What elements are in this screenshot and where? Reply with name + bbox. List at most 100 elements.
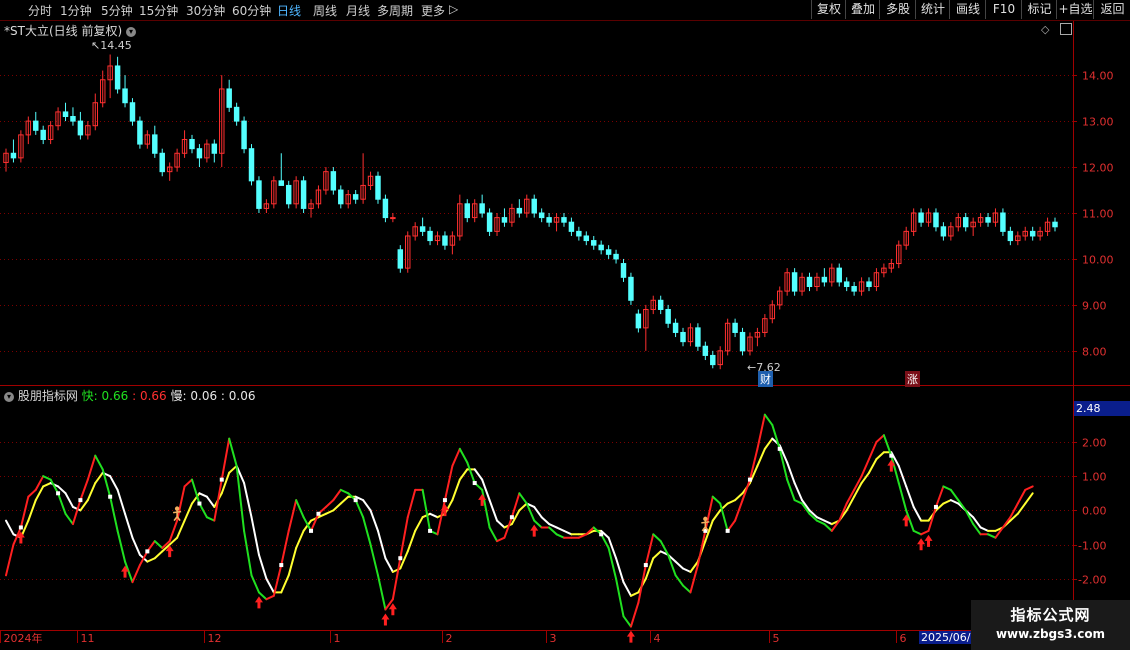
- fast-line-segment: [243, 529, 253, 577]
- timeframe-tab-8[interactable]: 月线: [346, 2, 370, 19]
- candle-down: [77, 120, 84, 136]
- candle-down: [851, 286, 857, 292]
- indicator-collapse-icon[interactable]: ▾: [4, 391, 14, 402]
- candle-down: [352, 194, 359, 200]
- candle-down: [419, 226, 426, 232]
- slow-line-segment: [198, 492, 208, 498]
- candle-down: [710, 354, 716, 366]
- candle-down: [538, 212, 545, 219]
- collapse-icon[interactable]: ▾: [125, 26, 136, 37]
- fast-line-segment: [369, 543, 379, 577]
- slow-line-segment: [131, 536, 141, 556]
- timeframe-tab-5[interactable]: 60分钟: [232, 2, 271, 19]
- timeframe-tab-10[interactable]: 更多: [421, 2, 445, 19]
- timeframe-tab-4[interactable]: 30分钟: [186, 2, 225, 19]
- cross-dot: [643, 563, 648, 568]
- fast-line-segment: [763, 413, 774, 426]
- fast-line-segment: [466, 461, 476, 485]
- fast-label: 快:: [81, 389, 98, 403]
- toolbar-button-8[interactable]: 返回: [1093, 0, 1130, 19]
- candle-down: [739, 331, 746, 352]
- limit-up-marker[interactable]: 涨: [905, 371, 920, 387]
- toolbar-button-2[interactable]: 多股: [879, 0, 916, 19]
- fast-line-segment: [674, 574, 685, 587]
- slow-line-segment: [153, 550, 164, 560]
- toolbar-button-4[interactable]: 画线: [949, 0, 986, 19]
- window-toggle-icon[interactable]: [1060, 23, 1072, 35]
- slow-line-segment: [533, 505, 543, 519]
- chart-area[interactable]: 14.0013.0012.0011.0010.009.008.002.001.0…: [0, 21, 1130, 650]
- cross-dot: [777, 446, 782, 451]
- fast-line-segment: [5, 543, 15, 577]
- candle-down: [241, 120, 247, 150]
- timeframe-tab-6[interactable]: 日线: [277, 2, 301, 19]
- slow-line-segment: [674, 560, 685, 570]
- toolbar-button-5[interactable]: F10: [985, 0, 1022, 19]
- slow-line-segment: [265, 577, 275, 594]
- more-arrow-icon[interactable]: ▷: [449, 2, 458, 16]
- toolbar-button-6[interactable]: 标记: [1021, 0, 1057, 19]
- timeframe-tab-0[interactable]: 分时: [28, 2, 52, 19]
- candle-down: [806, 276, 813, 288]
- fast-line-segment: [868, 441, 878, 461]
- cross-dot: [18, 525, 23, 530]
- fast-line-segment: [79, 478, 89, 502]
- candle-down: [583, 235, 590, 242]
- candle-down: [598, 244, 604, 251]
- candle-down: [791, 272, 798, 292]
- slow-label: 慢:: [170, 389, 187, 403]
- candle-down: [62, 111, 69, 118]
- finance-event-marker[interactable]: 财: [758, 371, 773, 387]
- price-tick-label: 13.00: [1082, 116, 1114, 129]
- slow-line-segment: [711, 509, 722, 522]
- candle-down: [702, 345, 709, 356]
- candle-down: [397, 249, 404, 269]
- price-tick-label: 9.00: [1082, 300, 1107, 313]
- cross-dot: [108, 494, 113, 499]
- candlestick-series: [3, 54, 1058, 370]
- indicator-legend: ▾ 股朋指标网 快: 0.66 : 0.66 慢: 0.06 : 0.06: [4, 387, 256, 404]
- cross-dot: [197, 501, 202, 506]
- slow-line-segment: [451, 478, 461, 502]
- toolbar-button-7[interactable]: +自选: [1056, 0, 1094, 19]
- slow-line-segment: [287, 546, 298, 577]
- candle-down: [962, 217, 969, 228]
- candle-down: [672, 322, 679, 333]
- slow-line-segment: [629, 591, 640, 597]
- cross-dot: [56, 491, 61, 496]
- slow-line-segment: [548, 523, 558, 529]
- fast-line-segment: [458, 447, 469, 464]
- candle-down: [129, 102, 136, 122]
- toolbar-button-3[interactable]: 统计: [915, 0, 950, 19]
- slow-line-segment: [5, 519, 15, 536]
- candle-down: [152, 134, 158, 154]
- candle-down: [256, 180, 262, 209]
- fast-line-segment: [1024, 485, 1034, 491]
- diamond-icon[interactable]: ◇: [1041, 23, 1049, 36]
- slow-line-segment: [369, 509, 379, 532]
- timeframe-tab-7[interactable]: 周线: [313, 2, 337, 19]
- fast-line-segment: [310, 512, 320, 532]
- fast-line-segment: [555, 533, 565, 539]
- buy-arrow-icon: [388, 603, 397, 616]
- slow-line-segment: [332, 502, 342, 512]
- candle-down: [375, 175, 381, 200]
- timeframe-tab-1[interactable]: 1分钟: [60, 2, 92, 19]
- fast-line-segment: [912, 529, 923, 536]
- buy-arrow-icon: [626, 630, 635, 643]
- timeframe-tab-2[interactable]: 5分钟: [101, 2, 133, 19]
- timeframe-tab-9[interactable]: 多周期: [377, 2, 413, 19]
- cross-dot: [398, 556, 403, 561]
- timeframe-tab-3[interactable]: 15分钟: [139, 2, 178, 19]
- slow-line-segment: [496, 519, 506, 529]
- cross-dot: [599, 532, 604, 537]
- cross-dot: [219, 477, 224, 482]
- indicator-name: 股朋指标网: [17, 389, 78, 403]
- toolbar-button-1[interactable]: 叠加: [845, 0, 880, 19]
- buy-arrow-icon: [254, 596, 263, 609]
- candle-down: [635, 313, 642, 329]
- slow-line-segment: [622, 581, 632, 597]
- toolbar-button-0[interactable]: 复权: [811, 0, 846, 19]
- fast-line-segment: [793, 499, 804, 505]
- cross-dot: [725, 528, 730, 533]
